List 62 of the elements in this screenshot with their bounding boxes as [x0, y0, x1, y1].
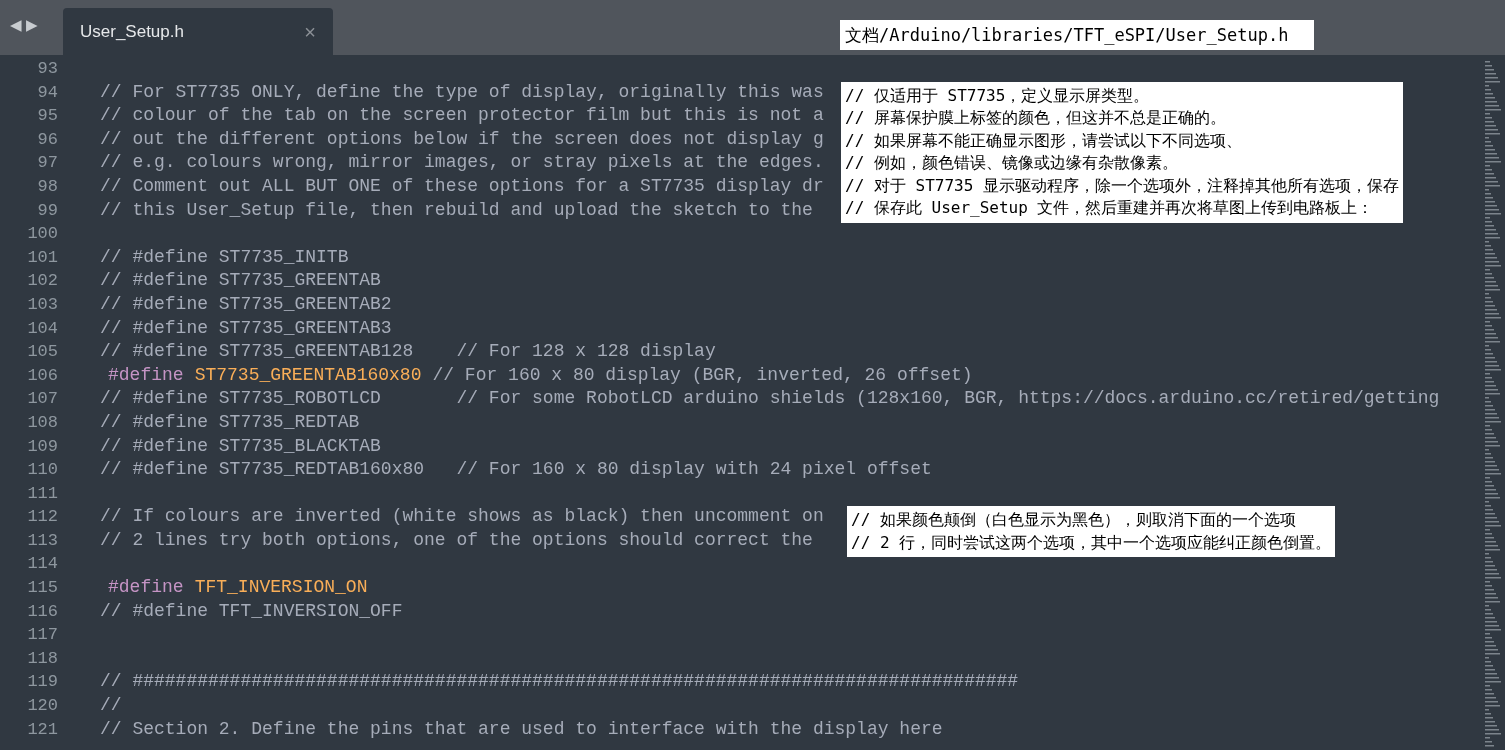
code-comment: // #define TFT_INVERSION_OFF — [100, 599, 403, 623]
preprocessor-keyword: #define — [108, 363, 184, 387]
code-comment: // Comment out ALL BUT ONE of these options for a ST7735 display dr — [100, 174, 824, 198]
code-comment: // If colours are inverted (white shows as black) then uncomment on — [100, 505, 824, 529]
code-comment: // this User_Setup file, then rebuild and upload the sketch to the — [100, 198, 813, 222]
macro-name: TFT_INVERSION_ON — [194, 576, 368, 600]
macro-name: ST7735_GREENTAB160x80 — [194, 363, 422, 387]
line-number: 111 — [26, 482, 58, 505]
code-comment: // #define ST7735_INITB — [100, 245, 349, 269]
code-comment: // #define ST7735_BLACKTAB — [100, 434, 381, 458]
line-number: 104 — [26, 317, 58, 340]
code-comment: // ################################################################################## — [100, 670, 1019, 694]
code-comment: // out the different options below if the screen does not display g — [100, 127, 824, 151]
code-comment: // #define ST7735_GREENTAB128 // For 128 x 128 display — [100, 340, 716, 364]
line-number: 102 — [26, 270, 58, 293]
path-annotation: 文档/Arduino/libraries/TFT_eSPI/User_Setup.h — [840, 20, 1314, 50]
line-number: 95 — [36, 105, 58, 128]
line-number: 98 — [36, 175, 58, 198]
code-comment: // #define ST7735_GREENTAB — [100, 269, 381, 293]
translation-note: // 如果颜色颠倒（白色显示为黑色），则取消下面的一个选项 // 2 行，同时尝试这两个选项，其中一个选项应能纠正颜色倒置。 — [847, 506, 1336, 558]
line-number: 116 — [26, 600, 58, 623]
line-number: 93 — [36, 58, 58, 80]
code-comment: // Section 2. Define the pins that are used to interface with the display here — [100, 717, 943, 741]
code-comment: // #define ST7735_ROBOTLCD // For some RobotLCD arduino shields (128x160, BGR, https://docs.arduino.cc/retired/getting — [100, 387, 1440, 411]
code-comment: // For ST7735 ONLY, define the type of display, originally this was — [100, 80, 824, 104]
line-number: 105 — [26, 341, 58, 364]
code-comment: // — [100, 694, 122, 718]
line-number: 108 — [26, 411, 58, 434]
line-number: 121 — [26, 718, 58, 741]
line-number: 114 — [26, 553, 58, 576]
translation-note: // 仅适用于 ST7735，定义显示屏类型。 // 屏幕保护膜上标签的颜色，但这并不总是正确的。 // 如果屏幕不能正确显示图形，请尝试以下不同选项、 // 例如，颜色错误、镜像或边缘有杂散像素。 // 对于 ST7735 显示驱动程序，除一个选项外，注释掉其他所有选项，保存 // 保存此 User_Setup 文件，然后重建并再次将草图上传到电路板上： — [841, 81, 1403, 223]
back-button[interactable]: ◀ — [10, 17, 22, 32]
close-tab-button[interactable]: × — [304, 21, 316, 42]
line-number: 99 — [36, 199, 58, 222]
line-number: 110 — [26, 459, 58, 482]
line-number: 101 — [26, 246, 58, 269]
code-comment: // #define ST7735_GREENTAB3 — [100, 316, 392, 340]
line-number: 107 — [26, 388, 58, 411]
line-number: 96 — [36, 128, 58, 151]
line-number: 100 — [26, 223, 58, 246]
code-comment: // For 160 x 80 display (BGR, inverted, 26 offset) — [432, 363, 973, 387]
line-number: 113 — [26, 529, 58, 552]
preprocessor-keyword: #define — [108, 576, 184, 600]
line-number: 103 — [26, 293, 58, 316]
code-comment: // #define ST7735_GREENTAB2 — [100, 292, 392, 316]
line-number: 115 — [26, 577, 58, 600]
line-number: 112 — [26, 506, 58, 529]
code-comment: // #define ST7735_REDTAB160x80 // For 160 x 80 display with 24 pixel offset — [100, 458, 932, 482]
line-number: 109 — [26, 435, 58, 458]
line-number: 94 — [36, 81, 58, 104]
code-comment: // e.g. colours wrong, mirror images, or stray pixels at the edges. — [100, 151, 824, 175]
line-number: 117 — [26, 624, 58, 647]
line-number: 97 — [36, 152, 58, 175]
editor-tab[interactable]: User_Setup.h × — [63, 8, 333, 55]
forward-button[interactable]: ▶ — [26, 17, 38, 32]
code-comment: // 2 lines try both options, one of the options should correct the — [100, 528, 813, 552]
code-comment: // colour of the tab on the screen protector film but this is not a — [100, 104, 824, 128]
line-number: 106 — [26, 364, 58, 387]
code-comment: // #define ST7735_REDTAB — [100, 410, 360, 434]
line-number: 120 — [26, 695, 58, 718]
line-number: 118 — [26, 647, 58, 670]
line-number: 119 — [26, 671, 58, 694]
